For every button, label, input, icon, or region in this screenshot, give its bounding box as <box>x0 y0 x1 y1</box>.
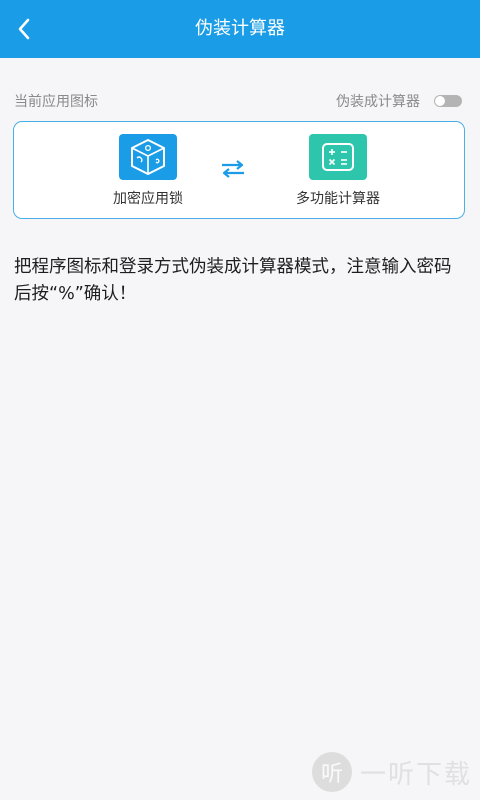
current-icon-label: 当前应用图标 <box>14 94 98 110</box>
instruction-text: 把程序图标和登录方式伪装成计算器模式，注意输入密码后按“%”确认！ <box>14 257 452 304</box>
top-bar: 伪装计算器 <box>0 0 480 58</box>
calculator-icon <box>309 134 367 180</box>
disguise-toggle-label: 伪装成计算器 <box>336 94 420 110</box>
cube-lock-icon <box>119 134 177 180</box>
page-title: 伪装计算器 <box>195 18 285 39</box>
disguised-app: 多功能计算器 <box>268 134 408 208</box>
watermark: 听 一听下载 <box>311 752 472 792</box>
disguise-setting: 伪装成计算器 <box>336 91 462 111</box>
watermark-text: 一听下载 <box>359 759 472 790</box>
icon-preview-card: 加密应用锁 多功能计算器 <box>13 121 465 219</box>
toggle-knob <box>435 96 445 106</box>
original-app: 加密应用锁 <box>78 134 218 208</box>
original-app-label: 加密应用锁 <box>113 191 183 207</box>
swap-arrows-icon <box>222 160 244 178</box>
disguised-app-label: 多功能计算器 <box>296 191 380 207</box>
disguise-toggle-switch[interactable] <box>434 95 462 107</box>
watermark-logo-icon: 听 <box>311 752 352 792</box>
